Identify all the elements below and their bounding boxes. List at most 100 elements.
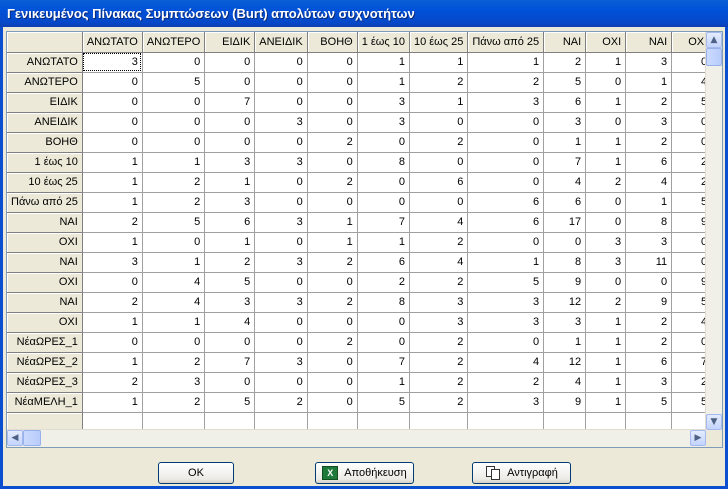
table-cell[interactable]: 2 [409,392,469,413]
table-cell[interactable]: 2 [409,132,469,153]
row-header[interactable]: ΑΝΕΙΔΙΚ [7,112,83,133]
table-cell[interactable]: 0 [467,332,545,353]
table-cell[interactable]: 0 [357,132,410,153]
table-cell[interactable]: 12 [543,352,587,373]
table-cell[interactable]: 0 [409,152,469,173]
table-cell[interactable]: 2 [307,252,358,273]
table-cell[interactable]: 0 [585,192,627,213]
table-cell[interactable]: 0 [254,52,308,73]
table-cell[interactable]: 3 [254,352,308,373]
table-cell[interactable]: 0 [82,272,143,293]
column-header[interactable]: 1 έως 10 [357,32,410,53]
table-cell[interactable]: 0 [585,272,627,293]
table-cell[interactable]: 8 [357,292,410,313]
table-cell[interactable]: 3 [409,292,469,313]
table-cell[interactable]: 9 [543,392,587,413]
table-cell[interactable]: 0 [254,132,308,153]
table-cell[interactable]: 0 [585,72,627,93]
table-cell[interactable]: 1 [142,312,206,333]
column-header[interactable]: ΑΝΩΤΕΡΟ [142,32,206,53]
table-cell[interactable]: 5 [142,212,206,233]
table-cell[interactable]: 1 [82,172,143,193]
column-header[interactable]: ΒΟΗΘ [307,32,358,53]
table-cell[interactable]: 3 [625,112,673,133]
table-cell[interactable]: 0 [543,232,587,253]
table-cell[interactable]: 0 [142,52,206,73]
horizontal-scrollbar[interactable]: ◀ ▶ [7,429,706,447]
table-cell[interactable]: 2 [307,292,358,313]
table-cell[interactable]: 1 [543,332,587,353]
table-cell[interactable]: 3 [254,112,308,133]
table-cell[interactable]: 3 [357,112,410,133]
table-cell[interactable]: 4 [543,372,587,393]
table-cell[interactable]: 2 [409,72,469,93]
table-cell[interactable]: 0 [142,132,206,153]
table-cell[interactable]: 2 [625,332,673,353]
table-cell[interactable]: 1 [585,392,627,413]
table-cell[interactable]: 1 [409,52,469,73]
table-cell[interactable]: 2 [254,392,308,413]
table-cell[interactable]: 2 [357,272,410,293]
scroll-down-icon[interactable]: ▼ [706,414,722,430]
table-cell[interactable]: 0 [307,152,358,173]
table-cell[interactable]: 0 [307,52,358,73]
table-cell[interactable]: 1 [82,352,143,373]
table-cell[interactable]: 0 [357,172,410,193]
table-cell[interactable]: 6 [625,152,673,173]
table-cell[interactable]: 0 [467,152,545,173]
table-cell[interactable]: 0 [409,112,469,133]
table-cell[interactable]: 0 [357,312,410,333]
table-cell[interactable]: 0 [204,372,256,393]
table-cell[interactable]: 1 [82,312,143,333]
table-cell[interactable]: 3 [82,52,143,73]
table-cell[interactable]: 5 [467,272,545,293]
table-cell[interactable]: 1 [204,232,256,253]
table-cell[interactable]: 1 [82,192,143,213]
row-header[interactable]: ΑΝΩΤΕΡΟ [7,72,83,93]
row-header[interactable]: ΝέαΩΡΕΣ_2 [7,352,83,373]
table-cell[interactable]: 0 [204,132,256,153]
table-cell[interactable]: 1 [625,72,673,93]
table-cell[interactable]: 0 [204,332,256,353]
table-cell[interactable]: 1 [357,372,410,393]
table-cell[interactable]: 0 [254,172,308,193]
row-header[interactable]: 10 έως 25 [7,172,83,193]
table-cell[interactable]: 2 [409,332,469,353]
table-cell[interactable]: 3 [204,152,256,173]
table-cell[interactable]: 0 [204,72,256,93]
table-cell[interactable]: 6 [409,172,469,193]
table-cell[interactable]: 1 [307,232,358,253]
horizontal-scroll-thumb[interactable] [23,430,41,446]
table-cell[interactable]: 3 [543,112,587,133]
column-header[interactable]: ΟΧΙ [585,32,627,53]
ok-button[interactable]: OK [158,462,234,484]
table-cell[interactable]: 9 [543,272,587,293]
row-header[interactable]: ΒΟΗΘ [7,132,83,153]
table-cell[interactable]: 5 [625,392,673,413]
table-cell[interactable]: 2 [142,352,206,373]
table-cell[interactable]: 3 [204,192,256,213]
table-cell[interactable]: 0 [585,112,627,133]
table-cell[interactable]: 2 [142,192,206,213]
table-cell[interactable]: 2 [467,372,545,393]
table-cell[interactable]: 8 [357,152,410,173]
table-cell[interactable]: 2 [307,132,358,153]
table-cell[interactable]: 0 [142,332,206,353]
table-cell[interactable]: 3 [254,292,308,313]
table-cell[interactable]: 2 [307,332,358,353]
table-cell[interactable]: 0 [307,272,358,293]
table-cell[interactable]: 2 [409,232,469,253]
table-cell[interactable]: 3 [357,92,410,113]
table-cell[interactable]: 6 [625,352,673,373]
table-cell[interactable]: 2 [625,132,673,153]
row-header[interactable]: ΝΑΙ [7,252,83,273]
table-cell[interactable]: 1 [357,52,410,73]
table-cell[interactable]: 0 [142,92,206,113]
table-cell[interactable]: 1 [204,172,256,193]
row-header[interactable]: 1 έως 10 [7,152,83,173]
table-cell[interactable]: 1 [467,52,545,73]
table-cell[interactable]: 1 [82,152,143,173]
vertical-scroll-thumb[interactable] [706,48,722,66]
table-cell[interactable]: 7 [204,92,256,113]
table-cell[interactable]: 1 [82,232,143,253]
